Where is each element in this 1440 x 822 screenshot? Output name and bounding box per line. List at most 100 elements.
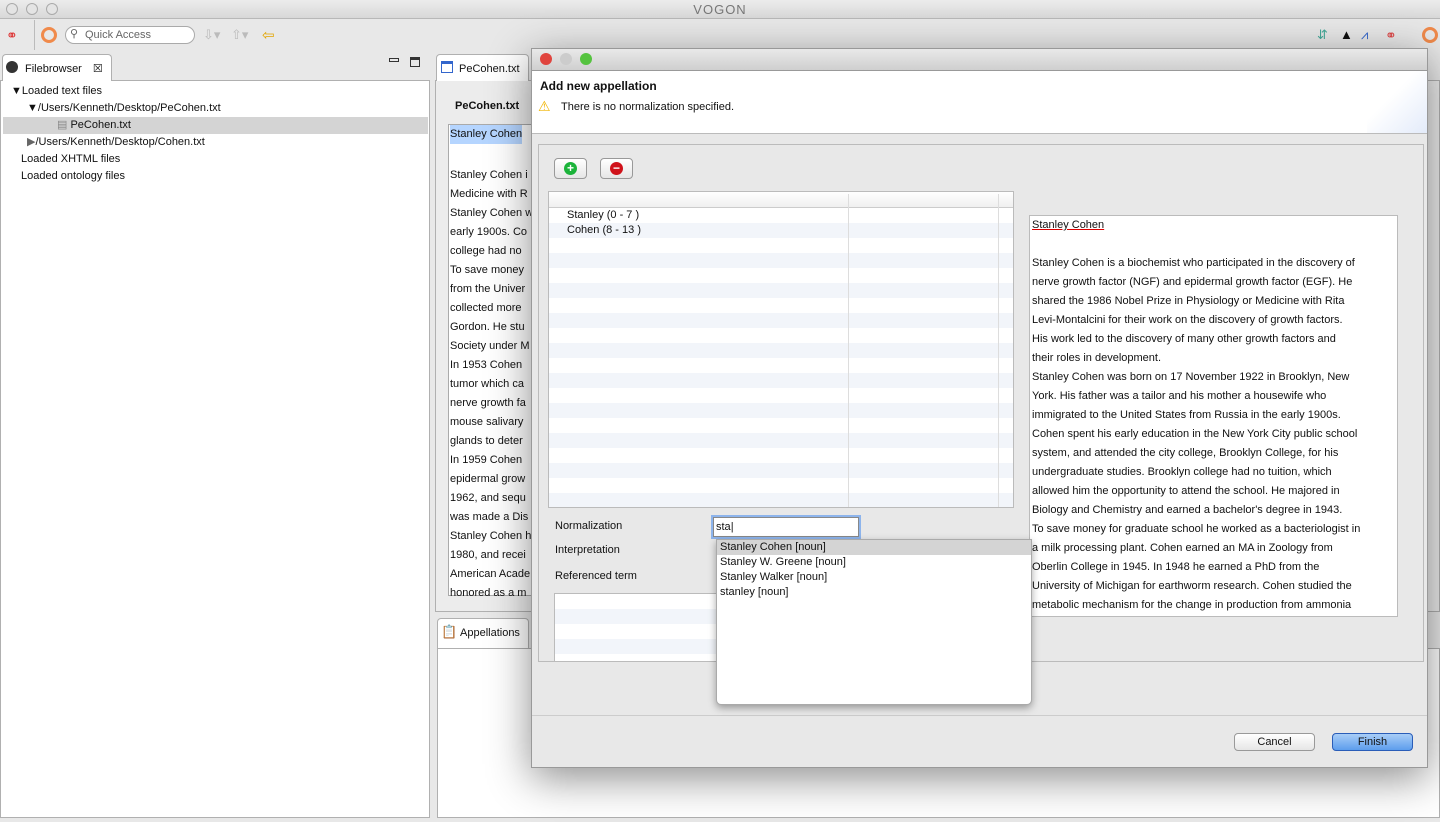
table-row[interactable] bbox=[549, 478, 1013, 493]
add-appellation-dialog: Add new appellation ⚠ There is no normal… bbox=[531, 48, 1428, 768]
table-row[interactable] bbox=[549, 448, 1013, 463]
network-perspective-icon[interactable]: ⚭ bbox=[1385, 27, 1397, 44]
preview-line: University of Michigan for earthworm res… bbox=[1032, 580, 1352, 592]
editor-line: Medicine with R bbox=[450, 188, 528, 200]
table-row[interactable] bbox=[549, 463, 1013, 478]
preview-line: their roles in development. bbox=[1032, 352, 1162, 364]
editor-line: early 1900s. Co bbox=[450, 226, 528, 238]
file-tree: ▼Loaded text files ▼/Users/Kenneth/Deskt… bbox=[3, 83, 428, 185]
table-row[interactable] bbox=[549, 343, 1013, 358]
preview-line: Stanley Cohen is a biochemist who partic… bbox=[1032, 257, 1355, 269]
preview-line: Levi-Montalcini for their work on the di… bbox=[1032, 314, 1343, 326]
referenced-term-list[interactable] bbox=[554, 593, 717, 662]
preview-line: Stanley Cohen bbox=[1032, 219, 1105, 231]
tree-item[interactable]: Loaded ontology files bbox=[3, 168, 428, 185]
minimize-window-button[interactable] bbox=[26, 3, 38, 15]
table-row[interactable] bbox=[549, 313, 1013, 328]
dialog-close-button[interactable] bbox=[540, 53, 552, 65]
circle-icon[interactable] bbox=[41, 27, 57, 43]
preview-line: a milk processing plant. Cohen earned an… bbox=[1032, 542, 1333, 554]
preview-line: Oberlin College in 1945. In 1948 he earn… bbox=[1032, 561, 1320, 573]
filebrowser-icon bbox=[6, 61, 18, 73]
normalization-input[interactable]: sta| bbox=[713, 517, 859, 537]
search-icon: ⚲ bbox=[70, 28, 79, 40]
referenced-term-label: Referenced term bbox=[555, 570, 637, 582]
editor-line: Society under M bbox=[450, 340, 530, 352]
footer-divider bbox=[532, 715, 1427, 716]
toolbar-divider bbox=[34, 20, 35, 50]
table-row[interactable] bbox=[549, 253, 1013, 268]
suggestion-item[interactable]: Stanley W. Greene [noun] bbox=[717, 555, 1031, 570]
chart-icon[interactable]: ⩘ bbox=[1361, 27, 1368, 43]
minimize-panel-button[interactable] bbox=[389, 58, 399, 62]
preview-line: His work led to the discovery of many ot… bbox=[1032, 333, 1336, 345]
preview-line: immigrated to the United States from Rus… bbox=[1032, 409, 1341, 421]
tree-item[interactable]: ▼/Users/Kenneth/Desktop/PeCohen.txt bbox=[3, 100, 428, 117]
table-row[interactable] bbox=[549, 403, 1013, 418]
dialog-title-bar bbox=[532, 49, 1427, 71]
tree-item[interactable]: Loaded XHTML files bbox=[3, 151, 428, 168]
editor-line: Gordon. He stu bbox=[450, 321, 525, 333]
close-icon[interactable]: ☒ bbox=[93, 63, 103, 75]
table-row[interactable] bbox=[549, 283, 1013, 298]
tab-filebrowser[interactable]: Filebrowser ☒ bbox=[2, 54, 112, 81]
previous-annotation-icon[interactable]: ⇧▾ bbox=[231, 27, 248, 43]
preview-line: Biology and Chemistry and earned a bache… bbox=[1032, 504, 1343, 516]
hierarchy-icon[interactable]: ⇵ bbox=[1317, 27, 1328, 43]
table-row[interactable] bbox=[549, 298, 1013, 313]
table-row[interactable] bbox=[549, 358, 1013, 373]
editor-line: glands to deter bbox=[450, 435, 523, 447]
stack-icon[interactable]: ▲ bbox=[1340, 27, 1353, 42]
maximize-panel-button[interactable] bbox=[410, 57, 420, 67]
quick-access-input[interactable]: Quick Access bbox=[65, 26, 195, 44]
table-row[interactable] bbox=[549, 373, 1013, 388]
circle-perspective-icon[interactable] bbox=[1422, 27, 1438, 43]
preview-line: undergraduate studies. Brooklyn college … bbox=[1032, 466, 1332, 478]
editor-line: Stanley Cohen w bbox=[450, 207, 534, 219]
cancel-button[interactable]: Cancel bbox=[1234, 733, 1315, 751]
table-row[interactable] bbox=[549, 493, 1013, 507]
table-row[interactable] bbox=[549, 418, 1013, 433]
dialog-title: Add new appellation bbox=[540, 79, 657, 93]
tree-item[interactable]: ▼Loaded text files bbox=[3, 83, 428, 100]
network-icon[interactable]: ⚭ bbox=[6, 27, 26, 43]
editor-line: In 1959 Cohen bbox=[450, 454, 523, 466]
table-row[interactable] bbox=[549, 388, 1013, 403]
table-row[interactable] bbox=[549, 268, 1013, 283]
editor-heading: PeCohen.txt bbox=[455, 100, 520, 112]
table-row[interactable]: Cohen (8 - 13 ) bbox=[549, 223, 1013, 238]
preview-line: shared the 1986 Nobel Prize in Physiolog… bbox=[1032, 295, 1345, 307]
preview-line: metabolic mechanism for the change in pr… bbox=[1032, 599, 1352, 611]
text-preview: Stanley Cohen Stanley Cohen is a biochemi… bbox=[1029, 215, 1398, 617]
suggestion-item[interactable]: Stanley Cohen [noun] bbox=[717, 540, 1031, 555]
add-term-button[interactable]: + bbox=[554, 158, 587, 179]
suggestion-item[interactable]: stanley [noun] bbox=[717, 585, 1031, 600]
tree-item[interactable]: ▶/Users/Kenneth/Desktop/Cohen.txt bbox=[3, 134, 428, 151]
preview-line: Cohen spent his early education in the N… bbox=[1032, 428, 1358, 440]
table-row[interactable] bbox=[549, 328, 1013, 343]
table-row[interactable] bbox=[549, 433, 1013, 448]
suggestion-item[interactable]: Stanley Walker [noun] bbox=[717, 570, 1031, 585]
editor-line: Stanley Cohen i bbox=[450, 169, 528, 181]
table-row[interactable]: Stanley (0 - 7 ) bbox=[549, 208, 1013, 223]
editor-file-icon bbox=[441, 61, 453, 73]
close-window-button[interactable] bbox=[6, 3, 18, 15]
dialog-minimize-button[interactable] bbox=[560, 53, 572, 65]
table-header bbox=[549, 192, 1013, 208]
dialog-zoom-button[interactable] bbox=[580, 53, 592, 65]
back-arrow-icon[interactable]: ⇦ bbox=[262, 26, 275, 44]
zoom-window-button[interactable] bbox=[46, 3, 58, 15]
column-divider bbox=[848, 194, 849, 507]
table-row[interactable] bbox=[549, 238, 1013, 253]
editor-text-area[interactable]: Stanley Cohen Stanley Cohen i Medicine wit… bbox=[448, 124, 538, 599]
editor-line: mouse salivary bbox=[450, 416, 524, 428]
remove-term-button[interactable]: − bbox=[600, 158, 633, 179]
preview-line: nerve growth factor (NGF) and epidermal … bbox=[1032, 276, 1353, 288]
window-title-bar: VOGON bbox=[0, 0, 1440, 19]
tree-item[interactable]: ▤ PeCohen.txt bbox=[3, 117, 428, 134]
finish-button[interactable]: Finish bbox=[1332, 733, 1413, 751]
preview-line: York. His father was a tailor and his mo… bbox=[1032, 390, 1327, 402]
editor-line: collected more bbox=[450, 302, 522, 314]
next-annotation-icon[interactable]: ⇩▾ bbox=[203, 27, 220, 43]
